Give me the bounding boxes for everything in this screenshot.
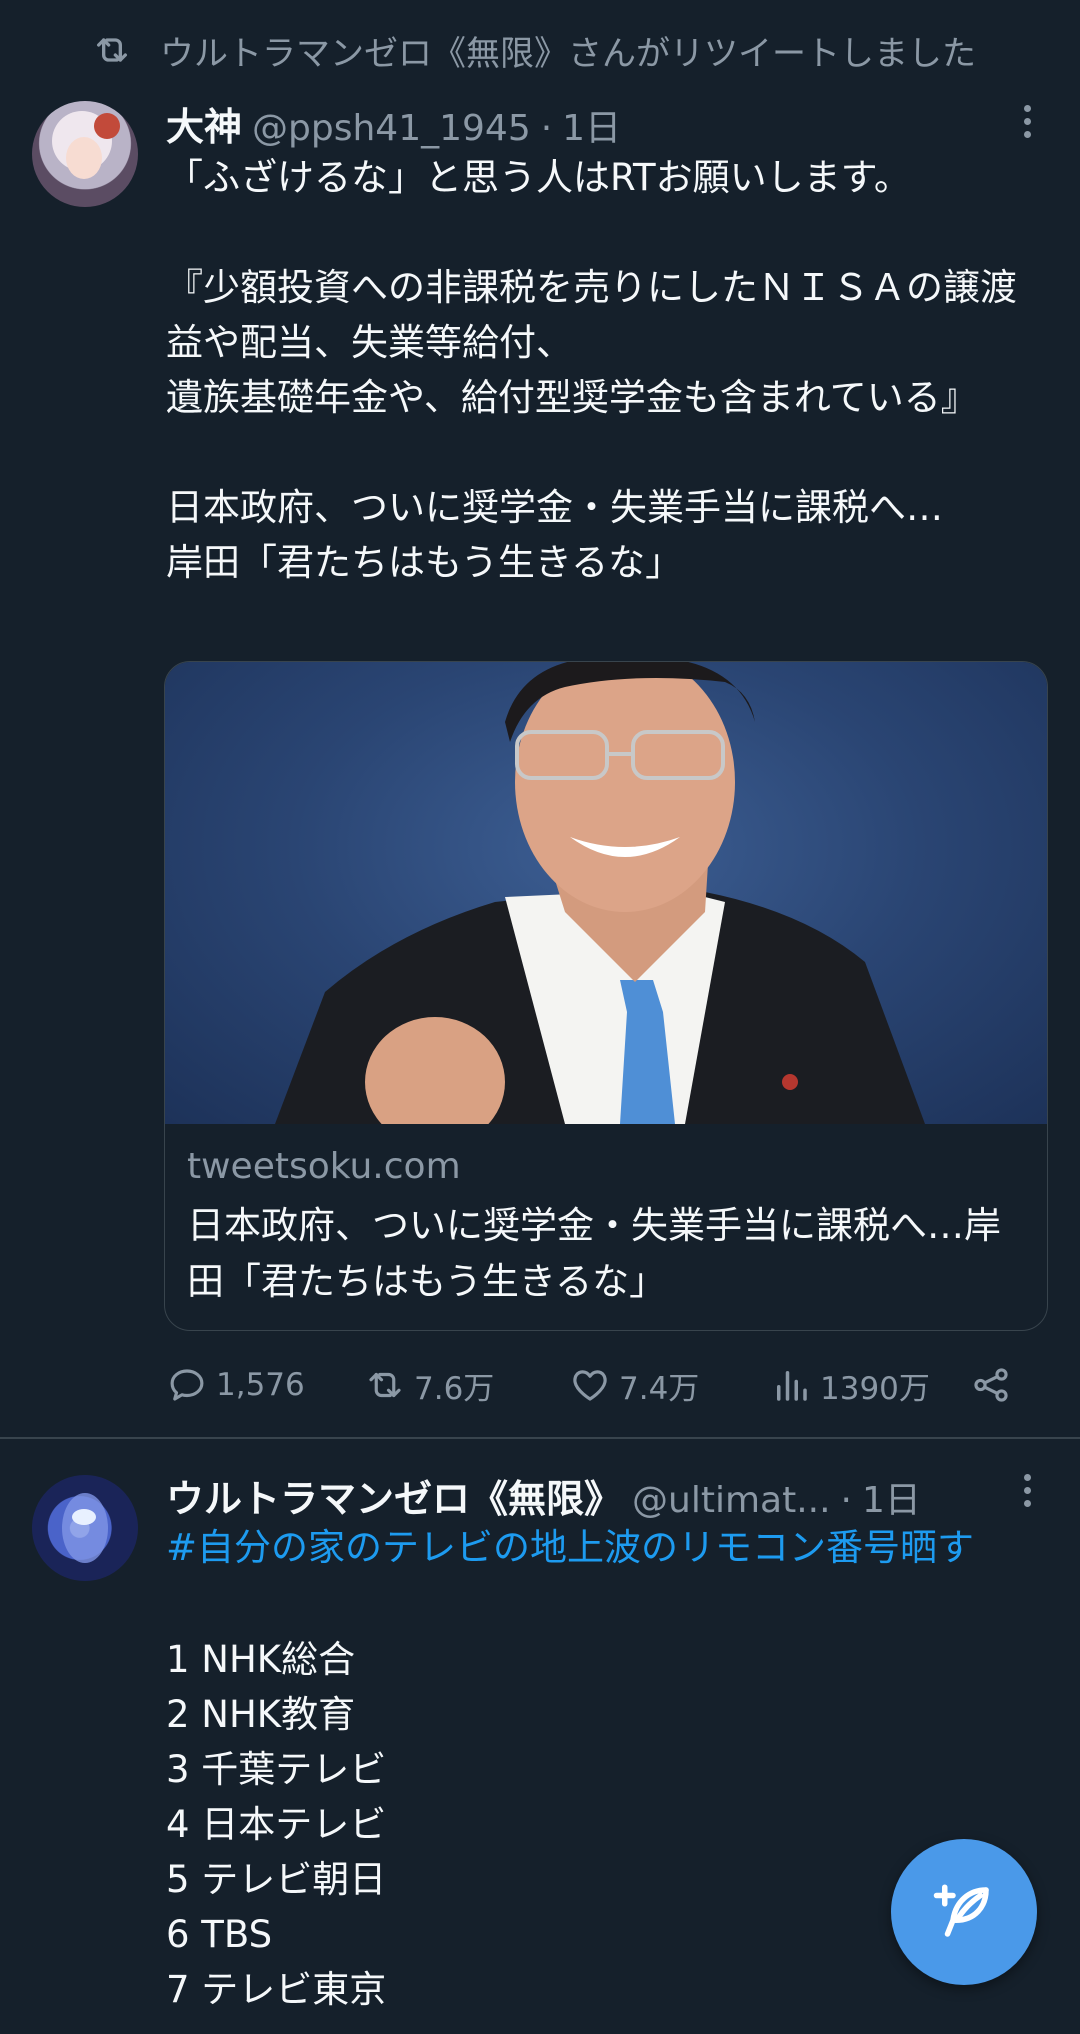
like-count: 7.4万	[619, 1370, 700, 1407]
more-options-icon[interactable]	[1007, 101, 1047, 141]
card-image	[165, 662, 1047, 1124]
list-item: 6 TBS	[166, 1913, 273, 1956]
timestamp[interactable]: 1日	[562, 99, 621, 151]
separator-dot: ·	[840, 1480, 852, 1521]
retweet-icon	[369, 1372, 401, 1398]
tweet-header: ウルトラマンゼロ《無限》 @ultimat... · 1日	[166, 1468, 921, 1521]
reply-button[interactable]: 1,576	[166, 1360, 305, 1410]
retweet-icon	[97, 38, 128, 62]
card-title: 日本政府、ついに奨学金・失業手当に課税へ…岸田「君たちはもう生きるな」	[187, 1204, 1001, 1303]
heart-icon	[573, 1370, 607, 1401]
author-name[interactable]: ウルトラマンゼロ《無限》	[166, 1468, 622, 1523]
link-card[interactable]: tweetsoku.com 日本政府、ついに奨学金・失業手当に課税へ…岸田「君た…	[164, 661, 1048, 1331]
retweet-notice[interactable]: ウルトラマンゼロ《無限》さんがリツイートしました	[92, 26, 976, 74]
like-button[interactable]: 7.4万	[569, 1360, 699, 1410]
list-item: 3 千葉テレビ	[166, 1748, 387, 1791]
share-icon	[974, 1368, 1008, 1402]
compose-feather-icon	[933, 1884, 989, 1937]
avatar[interactable]	[32, 1475, 138, 1581]
author-handle[interactable]: @ppsh41_1945	[252, 108, 531, 149]
retweet-notice-text: ウルトラマンゼロ《無限》さんがリツイートしました	[160, 33, 976, 74]
compose-tweet-button[interactable]	[891, 1839, 1037, 1985]
avatar[interactable]	[32, 101, 138, 207]
retweet-count: 7.6万	[414, 1370, 495, 1407]
author-name[interactable]: 大神	[166, 96, 242, 151]
reply-count: 1,576	[216, 1367, 305, 1403]
reply-icon	[170, 1369, 204, 1401]
channel-list: 1 NHK総合 2 NHK教育 3 千葉テレビ 4 日本テレビ 5 テレビ朝日 …	[166, 1632, 386, 2017]
timestamp[interactable]: 1日	[862, 1471, 921, 1523]
views-icon	[777, 1371, 807, 1401]
more-options-icon[interactable]	[1007, 1470, 1047, 1510]
tweet-text: 「ふざけるな」と思う人はRTお願いします。 『少額投資への非課税を売りにしたＮＩ…	[166, 156, 1017, 584]
timeline: ウルトラマンゼロ《無限》さんがリツイートしました 大神 @ppsh41_1945…	[0, 0, 1080, 2034]
share-button[interactable]	[970, 1360, 1012, 1410]
hashtag-link[interactable]: #自分の家のテレビの地上波のリモコン番号晒す	[166, 1520, 1046, 1576]
view-count: 1390万	[820, 1370, 930, 1407]
tweet-header: 大神 @ppsh41_1945 · 1日	[166, 96, 621, 149]
list-item: 7 テレビ東京	[166, 1968, 387, 2011]
list-item: 1 NHK総合	[166, 1638, 356, 1681]
list-item: 2 NHK教育	[166, 1693, 356, 1736]
separator-dot: ·	[540, 108, 553, 149]
tweet-actions: 1,576 7.6万 7.4万 1390万	[166, 1360, 1046, 1410]
views-button[interactable]: 1390万	[770, 1360, 930, 1410]
list-item: 4 日本テレビ	[166, 1803, 387, 1846]
card-domain: tweetsoku.com	[187, 1146, 461, 1187]
author-handle[interactable]: @ultimat...	[632, 1480, 831, 1521]
tweet-divider	[0, 1437, 1080, 1439]
retweet-button[interactable]: 7.6万	[364, 1360, 494, 1410]
list-item: 5 テレビ朝日	[166, 1858, 387, 1901]
